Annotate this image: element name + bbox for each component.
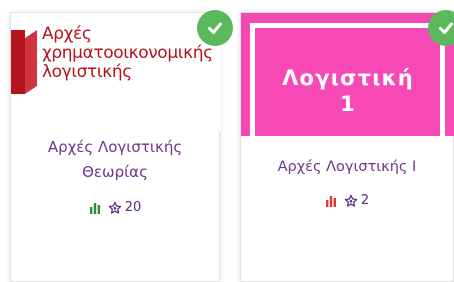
checkmark-icon — [439, 22, 453, 34]
rating-count: 20 — [124, 200, 142, 215]
course-card[interactable]: Λογιστική 1 Αρχές Λογιστικής Ι 2 — [240, 12, 454, 282]
course-logo: Αρχές χρηματοοικονομικής λογιστικής — [11, 13, 221, 131]
course-card[interactable]: Αρχές χρηματοοικονομικής λογιστικής Αρχέ… — [10, 12, 221, 282]
hero-line: 1 — [340, 92, 356, 116]
star-icon — [344, 194, 358, 207]
course-meta: 20 — [11, 200, 219, 215]
logo-mark-icon — [11, 30, 37, 94]
course-title[interactable]: Αρχές Λογιστικής Ι — [241, 155, 453, 180]
logo-line: χρηματοοικονομικής — [42, 43, 213, 63]
hero-line: Λογιστική — [282, 66, 414, 90]
rating: 20 — [108, 200, 142, 215]
rating: 2 — [344, 193, 369, 208]
course-meta: 2 — [241, 193, 453, 208]
star-icon — [108, 201, 121, 214]
bar-chart-icon — [89, 202, 100, 214]
course-title-line: Αρχές Λογιστικής Ι — [277, 159, 417, 175]
course-image: Λογιστική 1 — [241, 13, 454, 136]
course-title-line: Αρχές Λογιστικής — [47, 138, 183, 156]
logo-line: Αρχές — [42, 24, 92, 44]
logo-text: Αρχές χρηματοοικονομικής λογιστικής — [42, 24, 213, 82]
rating-count: 2 — [360, 193, 370, 208]
completed-check-icon — [197, 10, 233, 46]
course-title[interactable]: Αρχές Λογιστικής Θεωρίας — [11, 135, 219, 185]
logo-line: λογιστικής — [42, 62, 132, 82]
course-title-line: Θεωρίας — [82, 163, 148, 181]
course-image-title: Λογιστική 1 — [241, 65, 454, 117]
checkmark-icon — [208, 22, 222, 34]
bar-chart-icon — [325, 195, 336, 207]
